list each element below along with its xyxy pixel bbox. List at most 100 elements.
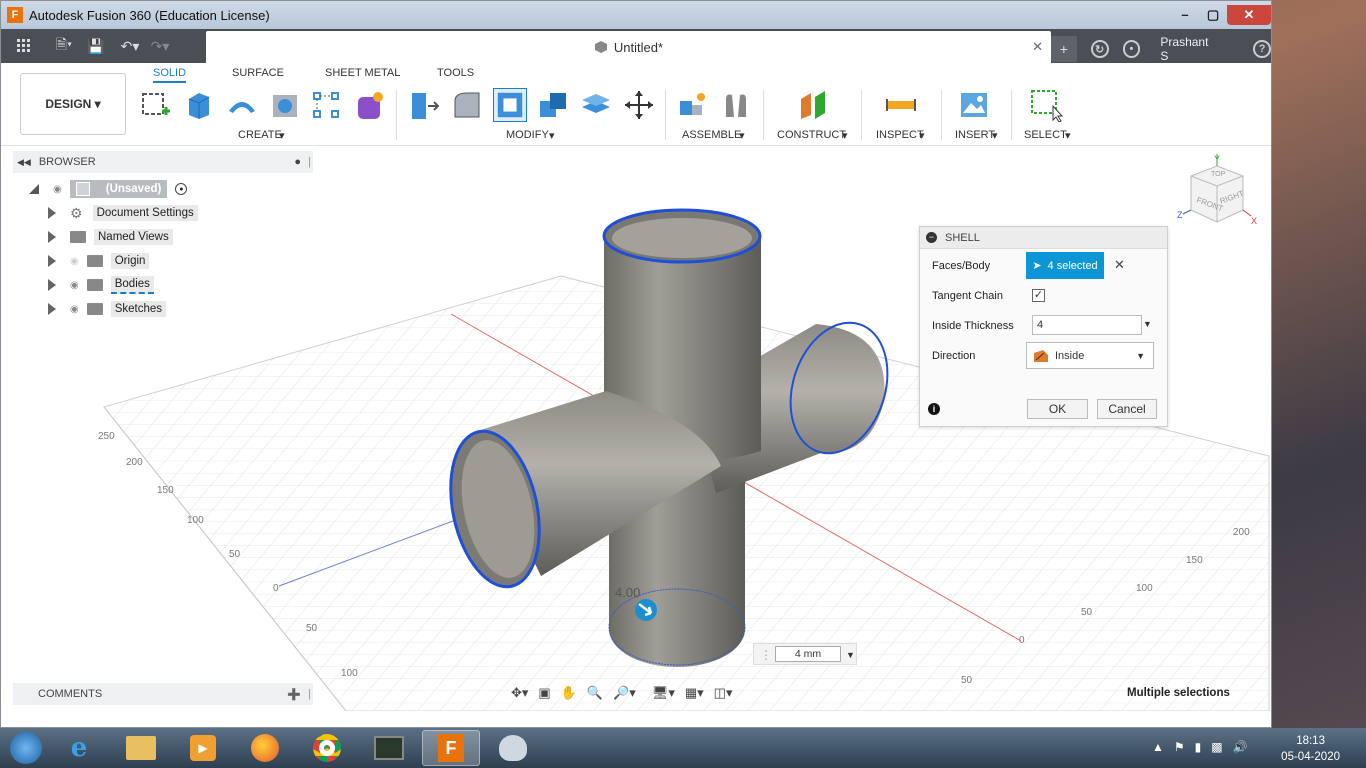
view-cube[interactable]: TOP FRONT RIGHT Y Z X — [1177, 154, 1259, 234]
press-pull-icon[interactable] — [407, 88, 441, 122]
close-window-button[interactable]: ✕ — [1227, 5, 1271, 25]
assemble-dropdown-caret[interactable]: ▾ — [739, 129, 745, 142]
shell-icon[interactable] — [493, 88, 527, 122]
tab-sheet-metal[interactable]: SHEET METAL — [325, 67, 400, 79]
browser-pin-icon[interactable]: | — [308, 156, 311, 168]
measure-icon[interactable] — [884, 88, 918, 122]
terminal-icon[interactable] — [360, 730, 418, 766]
extrude-icon[interactable] — [182, 88, 216, 122]
construct-plane-icon[interactable] — [796, 88, 830, 122]
browser-item-sketches[interactable]: ◉ Sketches — [48, 299, 167, 319]
cancel-button[interactable]: Cancel — [1097, 399, 1157, 419]
create-form-icon[interactable] — [353, 88, 387, 122]
faces-selection-button[interactable]: ➤ 4 selected — [1026, 252, 1104, 279]
fit-icon[interactable]: 🔎▾ — [613, 685, 636, 701]
tab-tools[interactable]: TOOLS — [437, 67, 474, 79]
insert-canvas-icon[interactable] — [957, 88, 991, 122]
revolve-icon[interactable] — [225, 88, 259, 122]
inside-thickness-input[interactable]: 4 — [1032, 315, 1142, 335]
pattern-icon[interactable] — [309, 88, 343, 122]
info-icon[interactable]: i — [928, 403, 940, 415]
fusion360-taskbar-icon[interactable]: F — [422, 730, 480, 766]
paint-icon[interactable] — [484, 730, 542, 766]
visibility-eye-icon[interactable]: ◉ — [70, 304, 79, 315]
create-sketch-icon[interactable] — [139, 88, 173, 122]
browser-item-document-settings[interactable]: ⚙ Document Settings — [48, 203, 198, 223]
fillet-icon[interactable] — [450, 88, 484, 122]
chrome-icon[interactable] — [298, 730, 356, 766]
volume-icon[interactable]: 🔊 — [1233, 740, 1248, 754]
close-tab-icon[interactable]: ✕ — [1032, 39, 1043, 55]
firefox-icon[interactable] — [236, 730, 294, 766]
system-clock[interactable]: 18:13 05-04-2020 — [1281, 733, 1340, 765]
modify-dropdown-caret[interactable]: ▾ — [549, 129, 555, 142]
direction-dropdown-caret[interactable]: ▼ — [1136, 351, 1145, 361]
joint-icon[interactable] — [719, 88, 753, 122]
save-icon[interactable]: 💾 — [83, 33, 109, 59]
orbit-icon[interactable]: ✥▾ — [511, 685, 528, 701]
view-cube-top-label[interactable]: TOP — [1211, 171, 1226, 178]
combine-icon[interactable] — [536, 88, 570, 122]
user-name[interactable]: Prashant S — [1160, 35, 1219, 63]
insert-dropdown-caret[interactable]: ▾ — [992, 129, 998, 142]
viewports-icon[interactable]: ◫▾ — [714, 685, 733, 701]
clear-selection-icon[interactable]: ✕ — [1114, 257, 1125, 273]
data-panel-grid-icon[interactable] — [11, 33, 37, 59]
show-hidden-icons-icon[interactable]: ▲ — [1152, 740, 1164, 754]
collapse-dialog-icon[interactable]: − — [926, 232, 937, 243]
power-icon[interactable]: ▮ — [1195, 740, 1202, 754]
zoom-icon[interactable]: 🔍 — [587, 685, 603, 701]
new-component-icon[interactable] — [676, 88, 710, 122]
browser-minimize-icon[interactable]: ● — [294, 156, 301, 168]
drag-handle-icon[interactable]: ⋮ — [760, 648, 772, 662]
create-dropdown-caret[interactable]: ▾ — [279, 129, 285, 142]
undo-icon[interactable]: ↶▾ — [117, 33, 143, 59]
expand-root-icon[interactable] — [29, 184, 39, 194]
display-settings-icon[interactable]: 🖥▾ — [652, 685, 675, 701]
dimension-value-input[interactable]: 4 mm — [775, 646, 841, 662]
extensions-icon[interactable]: ↻ — [1090, 40, 1109, 58]
group-select[interactable]: SELECT — [1024, 129, 1067, 141]
expand-triangle-icon[interactable] — [48, 255, 56, 267]
tab-solid[interactable]: SOLID — [153, 67, 187, 83]
expand-triangle-icon[interactable] — [48, 231, 56, 243]
group-inspect[interactable]: INSPECT — [876, 129, 924, 141]
media-player-icon[interactable]: ▶ — [174, 730, 232, 766]
tab-surface[interactable]: SURFACE — [232, 67, 284, 79]
move-copy-icon[interactable] — [622, 88, 656, 122]
help-icon[interactable]: ? — [1253, 40, 1271, 58]
direction-select[interactable]: Inside ▼ — [1026, 342, 1154, 369]
group-assemble[interactable]: ASSEMBLE — [682, 129, 741, 141]
ok-button[interactable]: OK — [1027, 399, 1088, 419]
thickness-dropdown-caret[interactable]: ▼ — [1143, 319, 1152, 329]
file-explorer-icon[interactable] — [112, 730, 170, 766]
expand-triangle-icon[interactable] — [48, 279, 56, 291]
browser-root-row[interactable]: ◉ (Unsaved) ● — [29, 179, 188, 199]
browser-item-bodies[interactable]: ◉ Bodies — [48, 275, 154, 295]
expand-triangle-icon[interactable] — [48, 303, 56, 315]
tangent-chain-checkbox[interactable]: ✓ — [1032, 289, 1045, 302]
root-component[interactable]: (Unsaved) — [69, 180, 168, 198]
document-tab[interactable]: Untitled* ✕ — [206, 31, 1051, 63]
browser-item-named-views[interactable]: Named Views — [48, 227, 173, 247]
construct-dropdown-caret[interactable]: ▾ — [842, 129, 848, 142]
offset-face-icon[interactable] — [579, 88, 613, 122]
activate-radio-icon[interactable]: ● — [175, 183, 188, 195]
hidden-eye-icon[interactable]: ◉ — [70, 256, 79, 267]
hole-icon[interactable] — [268, 88, 302, 122]
network-signal-icon[interactable]: ▩ — [1211, 740, 1222, 754]
select-dropdown-caret[interactable]: ▾ — [1065, 129, 1071, 142]
browser-item-origin[interactable]: ◉ Origin — [48, 251, 150, 271]
shell-dialog-header[interactable]: − SHELL — [920, 227, 1167, 249]
workspace-switcher-button[interactable]: DESIGN ▾ — [20, 73, 126, 135]
comments-panel-header[interactable]: COMMENTS ➕ | — [13, 683, 313, 705]
start-button[interactable] — [6, 728, 46, 768]
action-center-flag-icon[interactable]: ⚑ — [1174, 740, 1185, 754]
visibility-eye-icon[interactable]: ◉ — [53, 184, 62, 195]
new-tab-plus-icon[interactable]: + — [1051, 36, 1077, 62]
expand-triangle-icon[interactable] — [48, 207, 56, 219]
grid-settings-icon[interactable]: ▦▾ — [685, 685, 704, 701]
maximize-button[interactable]: ▢ — [1199, 5, 1227, 25]
group-create[interactable]: CREATE — [238, 129, 282, 141]
group-insert[interactable]: INSERT — [955, 129, 995, 141]
